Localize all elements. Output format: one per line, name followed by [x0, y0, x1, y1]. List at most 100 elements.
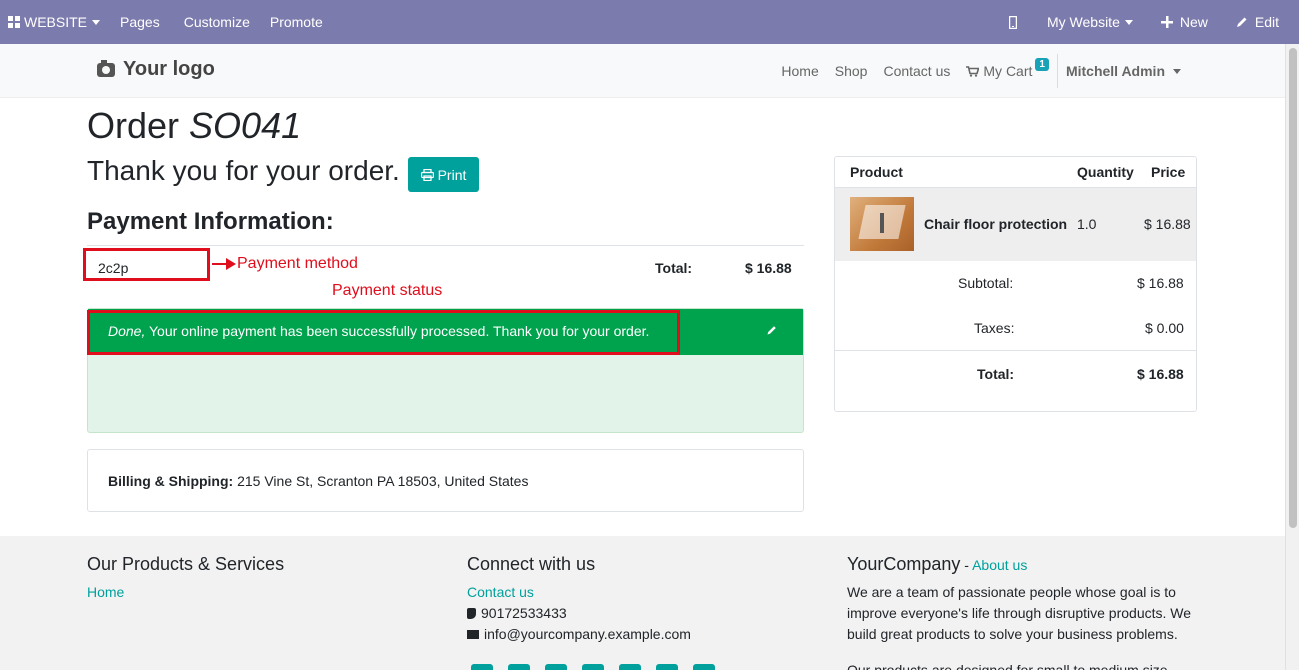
new-button[interactable]: New: [1153, 0, 1216, 44]
scrollbar-thumb[interactable]: [1289, 48, 1297, 528]
footer-phone: 90172533433: [467, 605, 567, 621]
print-label: Print: [437, 166, 467, 183]
phone-icon: [467, 608, 476, 619]
footer-col3-title: YourCompany - About us: [847, 554, 1027, 575]
edit-label: Edit: [1254, 14, 1279, 30]
envelope-icon: [467, 630, 479, 639]
print-button[interactable]: Print: [408, 157, 479, 192]
page: WEBSITE Pages Customize Promote My Websi…: [0, 0, 1299, 670]
camera-icon: [97, 59, 115, 77]
summary-total-label: Total:: [977, 366, 1015, 382]
billing-shipping-card: Billing & Shipping: 215 Vine St, Scranto…: [87, 449, 804, 512]
main-nav: Home Shop Contact us My Cart 1 Mitchell …: [773, 44, 1189, 98]
subtotal-value: $ 16.88: [1137, 275, 1184, 291]
site-header: Your logo Home Shop Contact us My Cart 1…: [0, 44, 1285, 98]
pages-label: Pages: [120, 14, 160, 30]
product-quantity: 1.0: [1077, 216, 1097, 232]
customize-menu[interactable]: Customize: [176, 0, 258, 44]
logo-text: Your logo: [123, 58, 215, 80]
pencil-icon[interactable]: [767, 325, 777, 335]
youtube-icon[interactable]: [582, 664, 604, 670]
company-name: YourCompany: [847, 554, 961, 574]
nav-contact-us[interactable]: Contact us: [875, 63, 958, 79]
apps-grid-icon: [8, 16, 20, 28]
mobile-icon: [1008, 15, 1017, 29]
footer-contact-link[interactable]: Contact us: [467, 584, 534, 600]
chevron-down-icon: [1124, 19, 1133, 25]
order-title-prefix: Order: [87, 105, 180, 146]
footer-home-link[interactable]: Home: [87, 584, 124, 600]
payment-method-annotation: Payment method: [237, 255, 358, 272]
billing-label: Billing & Shipping:: [108, 473, 234, 489]
payment-heading: Payment Information:: [87, 208, 334, 235]
social-links: [471, 664, 730, 670]
customize-label: Customize: [183, 14, 250, 30]
edit-button[interactable]: Edit: [1228, 0, 1287, 44]
thank-you-heading: Thank you for your order.: [87, 155, 400, 186]
twitter-icon[interactable]: [508, 664, 530, 670]
website-apps-menu[interactable]: WEBSITE: [0, 0, 108, 44]
my-cart-label: My Cart: [983, 63, 1033, 79]
col-product-header: Product: [850, 164, 903, 180]
chevron-down-icon: [1173, 68, 1181, 74]
total-label: Total:: [655, 260, 693, 276]
mobile-preview-button[interactable]: [1001, 0, 1025, 44]
promote-label: Promote: [269, 14, 323, 30]
order-number: SO041: [189, 105, 302, 146]
website-label: WEBSITE: [24, 14, 88, 30]
col-price-header: Price: [1151, 164, 1186, 180]
total-value: $ 16.88: [745, 260, 792, 276]
about-text-line: build great products to solve your busin…: [847, 626, 1178, 642]
divider: [87, 245, 804, 246]
divider: [835, 350, 1196, 351]
table-row: Chair floor protection 1.0 $ 16.88: [835, 187, 1196, 261]
about-text-line: Our products are designed for small to m…: [847, 662, 1168, 670]
page-title: Order SO041: [87, 105, 301, 147]
linkedin-icon[interactable]: [545, 664, 567, 670]
my-website-menu[interactable]: My Website: [1039, 0, 1141, 44]
payment-method-highlight: [83, 248, 210, 281]
my-website-label: My Website: [1046, 14, 1120, 30]
billing-address: 215 Vine St, Scranton PA 18503, United S…: [233, 473, 529, 489]
product-image[interactable]: [850, 197, 914, 251]
pinterest-icon[interactable]: [656, 664, 678, 670]
new-label: New: [1179, 14, 1208, 30]
col-quantity-header: Quantity: [1077, 164, 1134, 180]
email-address: info@yourcompany.example.com: [484, 626, 691, 642]
instagram-icon[interactable]: [693, 664, 715, 670]
plus-icon: [1160, 16, 1173, 28]
about-text-line: We are a team of passionate people whose…: [847, 584, 1176, 600]
subtotal-label: Subtotal:: [958, 275, 1014, 291]
arrow-icon: [212, 258, 236, 270]
pages-menu[interactable]: Pages: [112, 0, 168, 44]
about-us-link[interactable]: About us: [972, 557, 1027, 573]
footer: Our Products & Services Home Connect wit…: [0, 536, 1285, 670]
product-price: $ 16.88: [1144, 216, 1191, 232]
user-name: Mitchell Admin: [1065, 63, 1165, 79]
chevron-down-icon: [92, 19, 101, 25]
taxes-label: Taxes:: [974, 320, 1015, 336]
cart-icon: [966, 65, 980, 77]
taxes-value: $ 0.00: [1145, 320, 1184, 336]
site-logo[interactable]: Your logo: [97, 58, 215, 81]
title-separator: -: [960, 557, 973, 573]
footer-col2-title: Connect with us: [467, 554, 596, 574]
promote-menu[interactable]: Promote: [262, 0, 331, 44]
pencil-icon: [1236, 17, 1247, 27]
user-menu[interactable]: Mitchell Admin: [1058, 63, 1189, 79]
footer-col1-title: Our Products & Services: [87, 554, 285, 574]
nav-shop[interactable]: Shop: [827, 63, 876, 79]
nav-home[interactable]: Home: [773, 63, 826, 79]
phone-number: 90172533433: [481, 605, 567, 621]
nav-my-cart[interactable]: My Cart 1: [958, 57, 1057, 79]
payment-status-highlight: [87, 310, 680, 355]
cart-summary-card: Product Quantity Price Chair floor prote…: [834, 156, 1197, 412]
product-name[interactable]: Chair floor protection: [924, 216, 1067, 232]
footer-email: info@yourcompany.example.com: [467, 626, 691, 642]
facebook-icon[interactable]: [471, 664, 493, 670]
github-icon[interactable]: [619, 664, 641, 670]
printer-icon: [420, 168, 434, 181]
about-text-line: improve everyone's life through disrupti…: [847, 605, 1192, 621]
scrollbar[interactable]: [1285, 44, 1299, 670]
billing-shipping-text: Billing & Shipping: 215 Vine St, Scranto…: [108, 473, 528, 489]
